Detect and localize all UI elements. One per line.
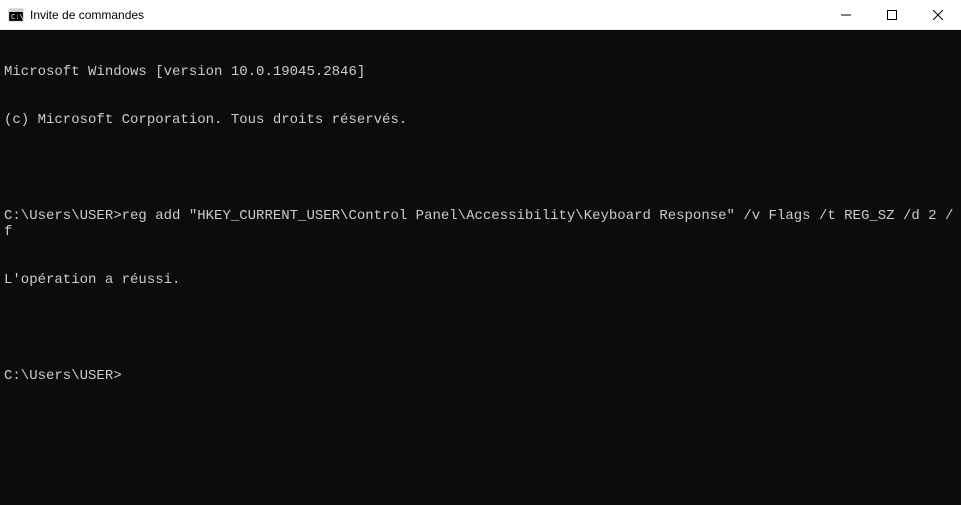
terminal-line: (c) Microsoft Corporation. Tous droits r… [4, 112, 957, 128]
terminal-area[interactable]: Microsoft Windows [version 10.0.19045.28… [0, 30, 961, 505]
terminal-line: C:\Users\USER>reg add "HKEY_CURRENT_USER… [4, 208, 957, 240]
minimize-button[interactable] [823, 0, 869, 30]
terminal-blank [4, 160, 957, 176]
titlebar: C:\ Invite de commandes [0, 0, 961, 30]
terminal-blank [4, 320, 957, 336]
terminal-line: L'opération a réussi. [4, 272, 957, 288]
window-controls [823, 0, 961, 29]
window-title: Invite de commandes [30, 8, 823, 22]
prompt: C:\Users\USER> [4, 208, 122, 224]
svg-text:C:\: C:\ [11, 13, 24, 21]
close-button[interactable] [915, 0, 961, 30]
terminal-line: Microsoft Windows [version 10.0.19045.28… [4, 64, 957, 80]
prompt: C:\Users\USER> [4, 368, 122, 384]
terminal-line: C:\Users\USER> [4, 368, 957, 384]
maximize-button[interactable] [869, 0, 915, 30]
command-text: reg add "HKEY_CURRENT_USER\Control Panel… [4, 208, 953, 240]
cmd-icon: C:\ [8, 7, 24, 23]
